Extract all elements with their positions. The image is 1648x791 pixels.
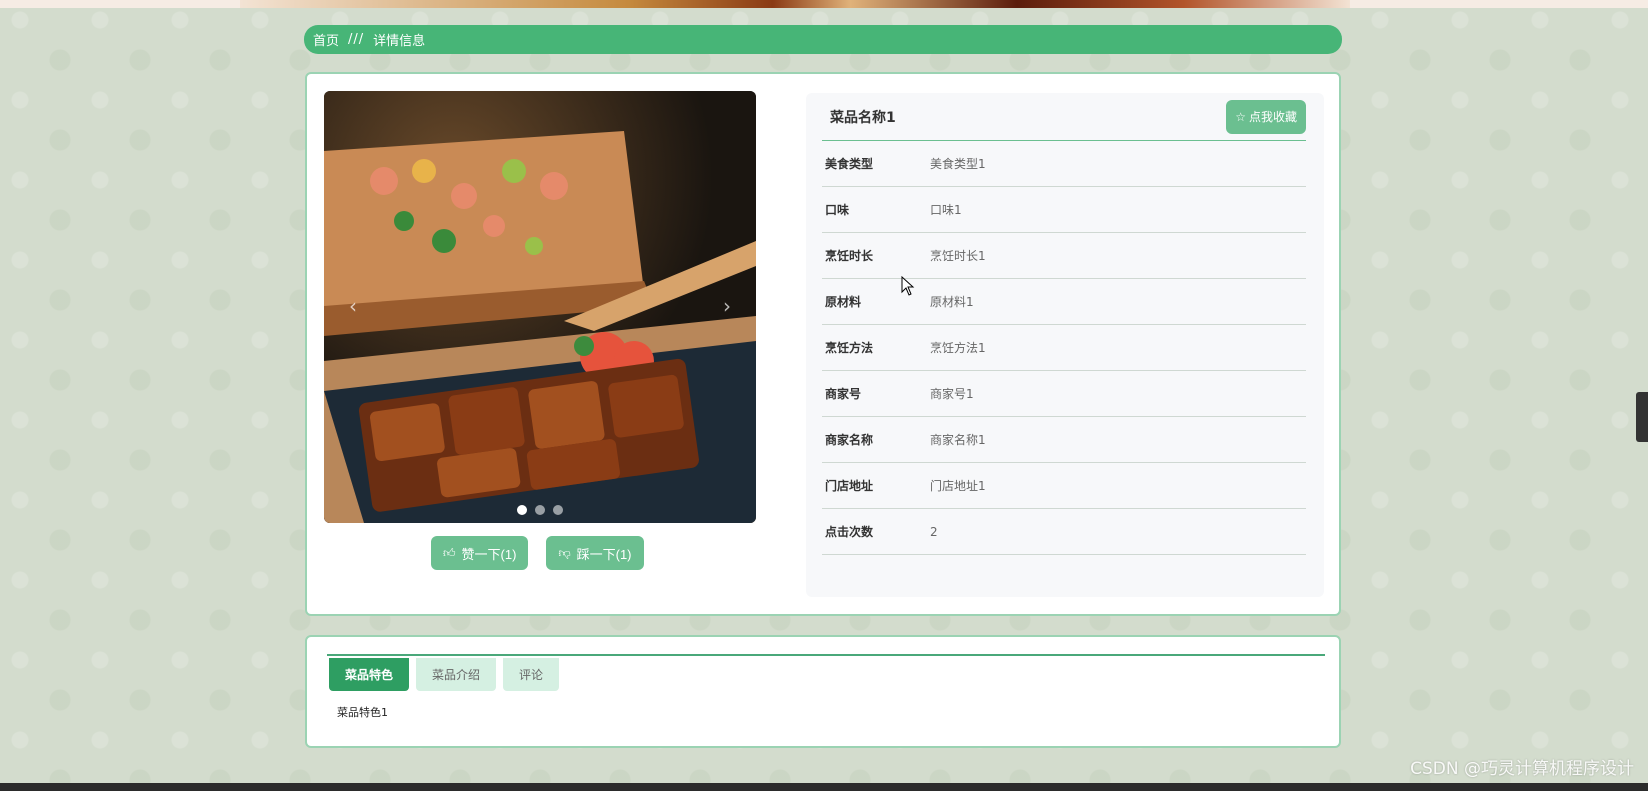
- detail-row-merchant-name: 商家名称 商家名称1: [822, 417, 1306, 463]
- tab-comments[interactable]: 评论: [503, 658, 560, 691]
- detail-list: 美食类型 美食类型1 口味 口味1 烹饪时长 烹饪时长1 原材料 原材料1 烹饪…: [822, 141, 1306, 555]
- detail-row-taste: 口味 口味1: [822, 187, 1306, 233]
- tabs-card: 菜品特色 菜品介绍 评论 菜品特色1: [305, 635, 1341, 748]
- carousel-prev-icon[interactable]: ‹: [338, 291, 368, 321]
- vote-row: 👍︎ 赞一下(1) 👎︎ 踩一下(1): [431, 536, 644, 570]
- like-button[interactable]: 👍︎ 赞一下(1): [431, 536, 529, 570]
- tab-features[interactable]: 菜品特色: [329, 658, 410, 691]
- thumbs-up-icon: 👍︎: [443, 545, 456, 560]
- detail-row-store-address: 门店地址 门店地址1: [822, 463, 1306, 509]
- breadcrumb: 首页 /// 详情信息: [304, 25, 1342, 54]
- detail-value: 商家号1: [930, 387, 974, 401]
- detail-label: 点击次数: [825, 525, 874, 539]
- favorite-label: 点我收藏: [1248, 110, 1297, 124]
- breadcrumb-current: 详情信息: [373, 34, 426, 49]
- carousel-next-icon[interactable]: ›: [712, 291, 742, 321]
- detail-value: 美食类型1: [930, 157, 986, 171]
- product-name: 菜品名称1: [830, 109, 896, 126]
- dislike-label: 踩一下(1): [576, 546, 632, 562]
- detail-value: 门店地址1: [930, 479, 986, 493]
- dislike-button[interactable]: 👎︎ 踩一下(1): [546, 536, 644, 570]
- detail-row-click-count: 点击次数 2: [822, 509, 1306, 555]
- detail-label: 口味: [825, 203, 850, 217]
- thumbs-down-icon: 👎︎: [558, 545, 571, 560]
- detail-row-merchant-id: 商家号 商家号1: [822, 371, 1306, 417]
- banner-image: [240, 0, 1350, 8]
- side-drawer-handle[interactable]: [1636, 392, 1648, 442]
- detail-value: 口味1: [930, 203, 962, 217]
- detail-value: 烹饪时长1: [930, 249, 986, 263]
- star-outline-icon: ☆: [1235, 109, 1246, 124]
- detail-value: 商家名称1: [930, 433, 986, 447]
- tab-content: 菜品特色1: [337, 706, 388, 719]
- breadcrumb-home-link[interactable]: 首页: [313, 30, 339, 49]
- detail-value: 2: [930, 524, 938, 539]
- mouse-cursor-icon: [901, 276, 915, 296]
- detail-label: 门店地址: [825, 479, 874, 493]
- favorite-button[interactable]: ☆ 点我收藏: [1226, 99, 1306, 134]
- like-label: 赞一下(1): [461, 546, 517, 562]
- bottom-bar: [0, 783, 1648, 791]
- info-header: 菜品名称1 ☆ 点我收藏: [822, 93, 1306, 141]
- top-banner: [0, 0, 1648, 8]
- tab-bar: 菜品特色 菜品介绍 评论: [327, 654, 1325, 691]
- detail-row-cooking-time: 烹饪时长 烹饪时长1: [822, 233, 1306, 279]
- detail-value: 原材料1: [930, 295, 974, 309]
- detail-value: 烹饪方法1: [930, 341, 986, 355]
- detail-label: 烹饪方法: [825, 341, 874, 355]
- image-carousel[interactable]: ‹ ›: [324, 91, 756, 523]
- watermark: CSDN @巧灵计算机程序设计: [1410, 759, 1634, 779]
- detail-row-ingredients: 原材料 原材料1: [822, 279, 1306, 325]
- detail-row-food-type: 美食类型 美食类型1: [822, 141, 1306, 187]
- info-panel: 菜品名称1 ☆ 点我收藏 美食类型 美食类型1 口味 口味1 烹饪时长 烹饪时长…: [806, 93, 1324, 597]
- detail-card: ‹ › 👍︎ 赞一下(1) 👎︎ 踩一下(1) 菜品名称1 ☆ 点我收藏 美食类…: [305, 72, 1341, 616]
- carousel-dot-2[interactable]: [535, 505, 545, 515]
- detail-row-cooking-method: 烹饪方法 烹饪方法1: [822, 325, 1306, 371]
- breadcrumb-separator: ///: [348, 32, 365, 47]
- detail-label: 商家名称: [825, 433, 874, 447]
- dish-image: [324, 91, 756, 523]
- detail-label: 烹饪时长: [825, 249, 874, 263]
- carousel-indicators: [324, 505, 756, 515]
- detail-label: 美食类型: [825, 157, 874, 171]
- carousel-dot-1[interactable]: [517, 505, 527, 515]
- carousel-dot-3[interactable]: [553, 505, 563, 515]
- detail-label: 商家号: [825, 387, 862, 401]
- tab-introduction[interactable]: 菜品介绍: [416, 658, 497, 691]
